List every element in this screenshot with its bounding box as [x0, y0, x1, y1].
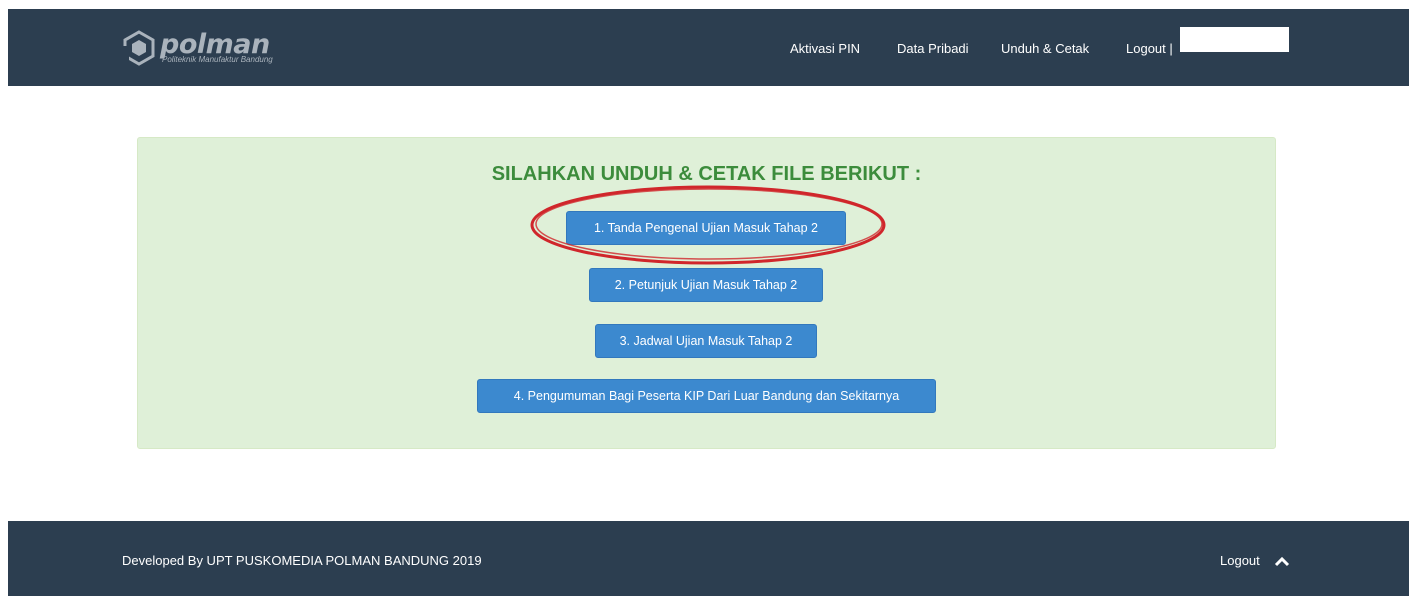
brand-name: polman [160, 28, 270, 60]
brand-subtitle: Politeknik Manufaktur Bandung [162, 54, 273, 64]
download-pengumuman-kip-button[interactable]: 4. Pengumuman Bagi Peserta KIP Dari Luar… [477, 379, 936, 413]
brand-logo[interactable]: polman Politeknik Manufaktur Bandung [122, 27, 273, 69]
chevron-up-icon [1274, 556, 1289, 567]
nav-unduh-cetak[interactable]: Unduh & Cetak [1001, 41, 1089, 57]
nav-logout[interactable]: Logout | [1126, 41, 1173, 57]
download-panel: SILAHKAN UNDUH & CETAK FILE BERIKUT : 1.… [137, 137, 1276, 449]
download-tanda-pengenal-button[interactable]: 1. Tanda Pengenal Ujian Masuk Tahap 2 [566, 211, 846, 245]
top-navbar: polman Politeknik Manufaktur Bandung Akt… [8, 9, 1409, 86]
download-jadwal-button[interactable]: 3. Jadwal Ujian Masuk Tahap 2 [595, 324, 817, 358]
footer-logout-link[interactable]: Logout [1220, 553, 1290, 569]
download-petunjuk-button[interactable]: 2. Petunjuk Ujian Masuk Tahap 2 [589, 268, 823, 302]
nav-aktivasi-pin[interactable]: Aktivasi PIN [790, 41, 860, 57]
redacted-username-box [1180, 27, 1289, 52]
nav-data-pribadi[interactable]: Data Pribadi [897, 41, 969, 57]
panel-title: SILAHKAN UNDUH & CETAK FILE BERIKUT : [491, 163, 922, 185]
polman-logo-icon [122, 30, 155, 66]
footer-logout-label: Logout [1220, 553, 1260, 568]
page-footer: Developed By UPT PUSKOMEDIA POLMAN BANDU… [8, 521, 1409, 596]
footer-credit: Developed By UPT PUSKOMEDIA POLMAN BANDU… [122, 553, 482, 568]
